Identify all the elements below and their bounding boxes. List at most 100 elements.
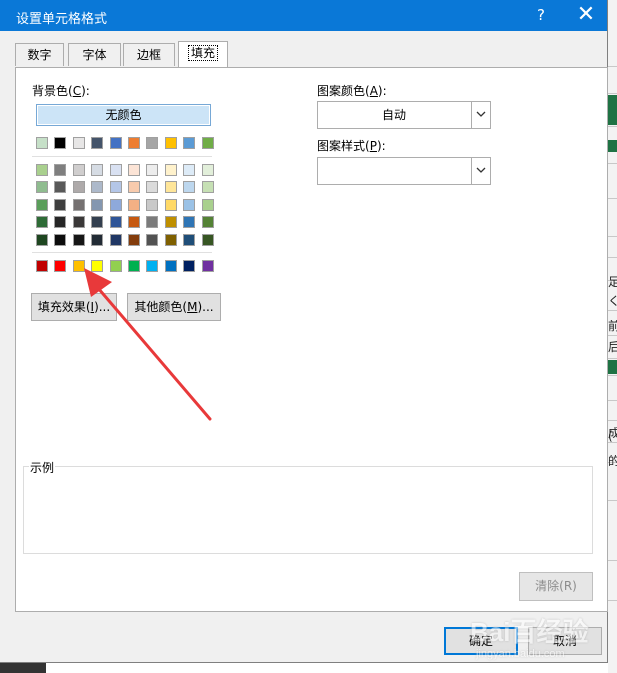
tint-color-swatch[interactable] [54,216,66,228]
tint-color-swatch[interactable] [110,234,122,246]
tint-color-swatch[interactable] [110,181,122,193]
tint-color-swatch[interactable] [128,164,140,176]
standard-color-swatch[interactable] [110,260,122,272]
tint-color-swatch[interactable] [165,199,177,211]
tint-color-swatch[interactable] [202,216,214,228]
tint-color-swatch[interactable] [36,181,48,193]
standard-color-swatch[interactable] [128,260,140,272]
pattern-style-accesskey: P [369,139,377,153]
tint-color-swatch[interactable] [36,164,48,176]
tint-color-swatch[interactable] [110,199,122,211]
background-gridline [608,600,617,601]
tint-color-swatch[interactable] [110,164,122,176]
tint-color-swatch[interactable] [73,181,85,193]
bg-color-label-text: 背景色 [32,84,69,98]
tint-color-swatch[interactable] [183,181,195,193]
help-button[interactable]: ? [526,0,556,31]
tint-color-swatch[interactable] [91,199,103,211]
tint-color-swatch[interactable] [183,199,195,211]
background-glyph: 足 [608,276,617,288]
tint-color-swatch[interactable] [202,234,214,246]
tint-color-swatch[interactable] [202,199,214,211]
standard-color-swatch[interactable] [54,260,66,272]
tab-fill[interactable]: 填充 [178,41,228,67]
tint-color-swatch[interactable] [91,181,103,193]
tint-color-swatch[interactable] [73,199,85,211]
standard-color-swatch[interactable] [165,260,177,272]
tint-color-swatch[interactable] [54,164,66,176]
theme-color-swatch[interactable] [54,137,66,149]
theme-color-swatch[interactable] [165,137,177,149]
close-button[interactable]: ✕ [568,0,604,31]
tint-color-swatch[interactable] [146,199,158,211]
pattern-color-label-text: 图案颜色 [317,84,366,98]
standard-color-swatch[interactable] [73,260,85,272]
tint-color-swatch[interactable] [36,199,48,211]
tint-color-swatch[interactable] [146,234,158,246]
cancel-button[interactable]: 取消 [528,627,602,655]
tint-color-swatch[interactable] [128,234,140,246]
background-gridline [608,198,617,199]
background-green-cell [608,360,617,374]
tint-color-swatch[interactable] [128,199,140,211]
theme-color-swatch[interactable] [91,137,103,149]
chevron-down-icon[interactable] [471,102,490,128]
title-bar[interactable]: 设置单元格格式 ? ✕ [0,0,607,31]
ok-button[interactable]: 确定 [444,627,518,655]
tint-color-swatch[interactable] [36,234,48,246]
standard-color-swatch[interactable] [36,260,48,272]
tint-color-swatch[interactable] [91,234,103,246]
background-gridline [608,375,617,376]
tint-color-swatch[interactable] [54,181,66,193]
fill-effects-accesskey: I [90,300,95,314]
tint-color-swatch[interactable] [54,199,66,211]
tint-color-swatch[interactable] [73,216,85,228]
background-gridline [608,236,617,237]
tint-color-swatch[interactable] [110,216,122,228]
tint-color-swatch[interactable] [183,234,195,246]
tint-color-swatch[interactable] [91,216,103,228]
tint-color-swatch[interactable] [146,181,158,193]
theme-color-swatch[interactable] [110,137,122,149]
chevron-down-icon[interactable] [471,158,490,184]
standard-color-swatch[interactable] [146,260,158,272]
tint-color-swatch[interactable] [183,164,195,176]
tab-font[interactable]: 字体 [68,43,121,66]
tab-number[interactable]: 数字 [15,43,64,66]
theme-color-swatch[interactable] [128,137,140,149]
theme-color-swatch[interactable] [36,137,48,149]
standard-color-swatch[interactable] [91,260,103,272]
theme-color-swatch[interactable] [202,137,214,149]
tint-color-swatch[interactable] [146,164,158,176]
tint-color-swatch[interactable] [165,234,177,246]
background-gridline [608,126,617,127]
no-color-button[interactable]: 无颜色 [36,104,211,126]
tint-color-swatch[interactable] [146,216,158,228]
tint-color-swatch[interactable] [128,181,140,193]
theme-color-swatch[interactable] [183,137,195,149]
tint-color-swatch[interactable] [165,216,177,228]
tint-color-swatch[interactable] [128,216,140,228]
tint-color-swatch[interactable] [165,181,177,193]
tint-color-swatch[interactable] [202,181,214,193]
tint-color-swatch[interactable] [73,234,85,246]
theme-color-swatch[interactable] [146,137,158,149]
tint-color-swatch[interactable] [165,164,177,176]
tint-color-swatch[interactable] [91,164,103,176]
pattern-style-select[interactable] [317,157,491,185]
background-gridline [608,400,617,401]
more-colors-button[interactable]: 其他颜色(M)... [127,293,221,321]
pattern-color-select[interactable]: 自动 [317,101,491,129]
tint-color-swatch[interactable] [183,216,195,228]
tint-color-swatch[interactable] [73,164,85,176]
standard-color-swatch[interactable] [202,260,214,272]
fill-effects-button[interactable]: 填充效果(I)... [31,293,117,321]
standard-color-swatch[interactable] [183,260,195,272]
tint-color-swatch[interactable] [202,164,214,176]
theme-color-swatch[interactable] [73,137,85,149]
clear-button[interactable]: 清除(R) [519,572,593,601]
tab-border[interactable]: 边框 [123,43,175,66]
tint-color-swatch[interactable] [54,234,66,246]
tint-color-swatch[interactable] [36,216,48,228]
background-glyph: 前 [608,320,617,332]
